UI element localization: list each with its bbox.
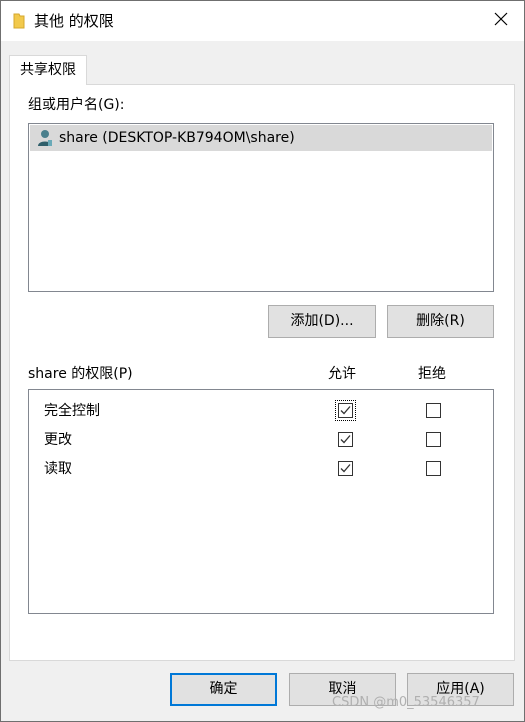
close-button[interactable] <box>478 1 524 41</box>
watermark: CSDN @m0_53546357 <box>332 695 480 710</box>
user-name: share (DESKTOP-KB794OM\share) <box>59 130 295 146</box>
deny-checkbox-read[interactable] <box>426 461 441 476</box>
title-bar[interactable]: 其他 的权限 <box>1 1 524 41</box>
permission-row-full-control: 完全控制 <box>30 397 492 425</box>
add-button[interactable]: 添加(D)... <box>268 305 376 338</box>
deny-checkbox-change[interactable] <box>426 432 441 447</box>
list-item-user-share[interactable]: share (DESKTOP-KB794OM\share) <box>30 125 492 151</box>
permission-name: 完全控制 <box>44 403 100 419</box>
permission-name: 读取 <box>44 461 72 477</box>
ok-button[interactable]: 确定 <box>170 673 277 706</box>
allow-checkbox-read[interactable] <box>338 461 353 476</box>
allow-column-header: 允许 <box>328 366 356 382</box>
tab-share-permissions[interactable]: 共享权限 <box>9 55 87 85</box>
allow-checkbox-full-control[interactable] <box>338 403 353 418</box>
permissions-listbox[interactable]: 完全控制 更改 读取 <box>28 389 494 614</box>
permissions-label: share 的权限(P) <box>28 366 133 382</box>
permission-name: 更改 <box>44 432 72 448</box>
tab-panel: 组或用户名(G): share (DESKTOP-KB794OM\share) … <box>9 84 515 661</box>
groups-label: 组或用户名(G): <box>28 97 125 113</box>
close-icon <box>494 12 508 30</box>
permission-row-change: 更改 <box>30 426 492 454</box>
permission-row-read: 读取 <box>30 455 492 483</box>
window-title: 其他 的权限 <box>34 12 114 30</box>
user-icon <box>37 129 53 147</box>
users-listbox[interactable]: share (DESKTOP-KB794OM\share) <box>28 123 494 292</box>
allow-checkbox-change[interactable] <box>338 432 353 447</box>
folder-icon <box>13 13 25 29</box>
remove-button[interactable]: 删除(R) <box>387 305 494 338</box>
deny-column-header: 拒绝 <box>418 366 446 382</box>
permissions-dialog: 其他 的权限 共享权限 组或用户名(G): share (DESKTOP-KB7… <box>0 0 525 722</box>
deny-checkbox-full-control[interactable] <box>426 403 441 418</box>
